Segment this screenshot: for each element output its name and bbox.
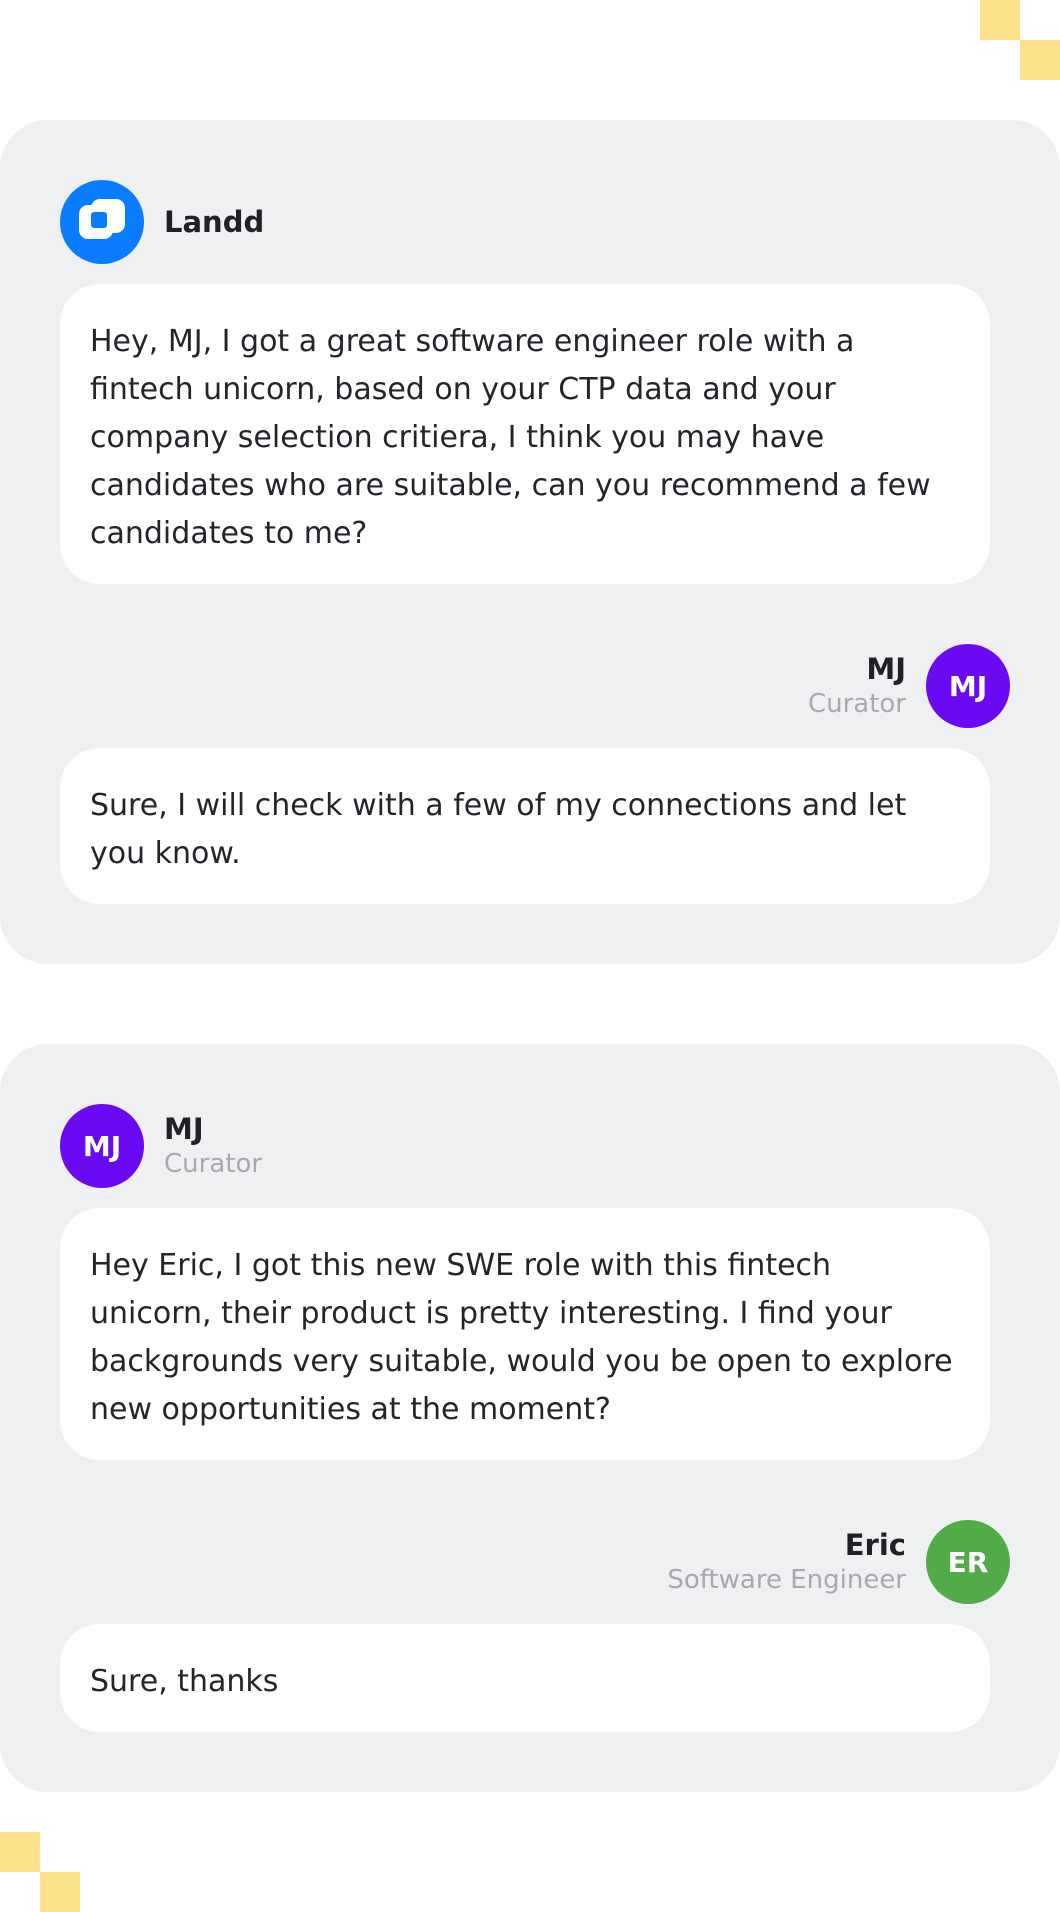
conversation-card-1: Landd Hey, MJ, I got a great software en…	[0, 120, 1060, 964]
reply-bubble: Sure, thanks	[60, 1624, 990, 1732]
reply-author-name: MJ	[866, 652, 906, 686]
decor-square-top-1	[980, 0, 1020, 40]
reply-author-role: Software Engineer	[667, 1565, 906, 1595]
avatar: MJ	[926, 644, 1010, 728]
sender-role: Curator	[164, 1149, 263, 1179]
reply-author-role: Curator	[807, 689, 906, 719]
landd-logo-icon	[60, 180, 144, 264]
message-bubble: Hey Eric, I got this new SWE role with t…	[60, 1208, 990, 1460]
decor-square-top-2	[1020, 40, 1060, 80]
sender-name: MJ	[164, 1112, 204, 1146]
sender-header: Landd	[60, 180, 1000, 264]
avatar: MJ	[60, 1104, 144, 1188]
reply-author-header: Eric Software Engineer ER	[60, 1520, 1010, 1604]
reply-author-name: Eric	[844, 1528, 906, 1562]
conversation-card-2: MJ MJ Curator Hey Eric, I got this new S…	[0, 1044, 1060, 1792]
avatar: ER	[926, 1520, 1010, 1604]
reply-author-header: MJ Curator MJ	[60, 644, 1010, 728]
decor-square-bottom-1	[0, 1832, 40, 1872]
message-bubble: Hey, MJ, I got a great software engineer…	[60, 284, 990, 584]
decor-square-bottom-2	[40, 1872, 80, 1912]
reply-bubble: Sure, I will check with a few of my conn…	[60, 748, 990, 904]
sender-name: Landd	[164, 205, 265, 239]
sender-header: MJ MJ Curator	[60, 1104, 1000, 1188]
page: Landd Hey, MJ, I got a great software en…	[0, 0, 1060, 1912]
